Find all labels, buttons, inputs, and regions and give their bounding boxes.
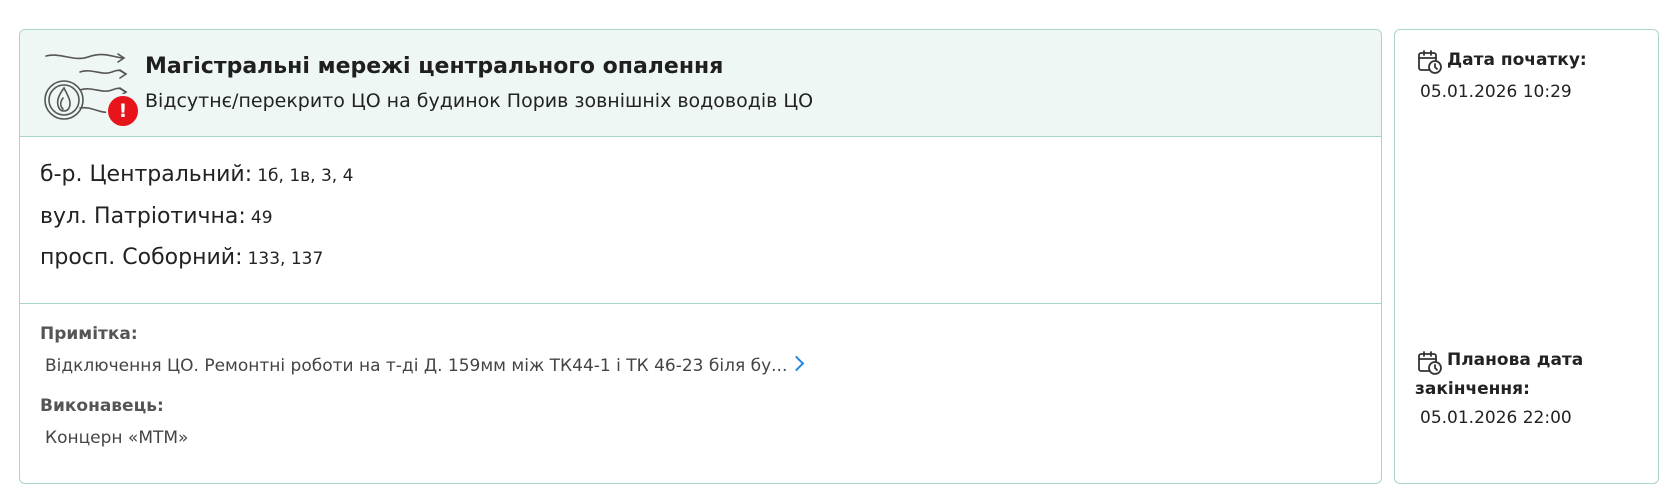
start-date-label: Дата початку: <box>1447 50 1587 70</box>
house-numbers: 1б, 1в, 3, 4 <box>257 166 354 186</box>
outage-card: ! Магістральні мережі центрального опале… <box>19 29 1382 484</box>
house-numbers: 133, 137 <box>247 249 324 269</box>
service-title: Магістральні мережі центрального опаленн… <box>145 54 724 79</box>
dates-card: Дата початку: 05.01.2026 10:29 Планова д… <box>1394 29 1659 484</box>
address-row: вул. Патріотична: 49 <box>40 204 273 229</box>
outage-description: Відсутнє/перекрито ЦО на будинок Порив з… <box>145 90 814 112</box>
contractor-name: Концерн «МТМ» <box>45 428 189 448</box>
card-header: ! Магістральні мережі центрального опале… <box>20 30 1381 137</box>
calendar-clock-icon <box>1418 50 1442 74</box>
end-date-label: Планова дата закінчення: <box>1415 350 1584 399</box>
note-label: Примітка: <box>40 324 138 344</box>
alert-icon: ! <box>106 94 140 128</box>
address-row: просп. Соборний: 133, 137 <box>40 245 323 270</box>
note-text-row: Відключення ЦО. Ремонтні роботи на т-ді … <box>45 355 805 376</box>
start-date-value: 05.01.2026 10:29 <box>1420 82 1572 102</box>
street-name: б-р. Центральний: <box>40 162 253 187</box>
address-list: б-р. Центральний: 1б, 1в, 3, 4 вул. Патр… <box>20 137 1381 304</box>
end-date-value: 05.01.2026 22:00 <box>1420 408 1572 428</box>
contractor-label: Виконавець: <box>40 396 164 416</box>
notes-section: Примітка: Відключення ЦО. Ремонтні робот… <box>20 304 1381 483</box>
note-text: Відключення ЦО. Ремонтні роботи на т-ді … <box>45 356 788 376</box>
house-numbers: 49 <box>250 208 273 228</box>
address-row: б-р. Центральний: 1б, 1в, 3, 4 <box>40 162 353 187</box>
chevron-right-icon[interactable] <box>789 355 805 372</box>
street-name: вул. Патріотична: <box>40 204 246 229</box>
street-name: просп. Соборний: <box>40 245 243 270</box>
